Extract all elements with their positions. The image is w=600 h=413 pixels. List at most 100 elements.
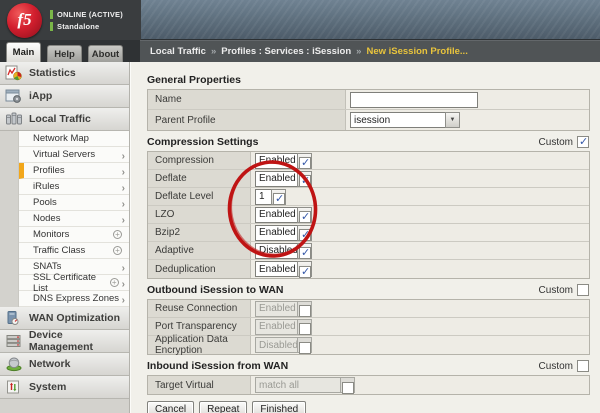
submenu-item-irules[interactable]: iRules (19, 179, 129, 195)
sidebar-item-label: System (29, 381, 66, 393)
form-row-deduplication: DeduplicationEnabled (148, 260, 589, 278)
form-row-target-virtual: Target Virtualmatch all (148, 376, 589, 394)
sidebar-item-network[interactable]: Network (0, 353, 129, 376)
field-label-cell: Bzip2 (148, 224, 251, 241)
submenu-item-dns-express-zones[interactable]: DNS Express Zones (19, 291, 129, 307)
status-standalone: Standalone (57, 22, 99, 31)
table-outbound-isession-to-wan: Reuse ConnectionEnabled Port Transparency… (147, 299, 590, 355)
logo-area: f5 ONLINE (ACTIVE) Standalone (0, 0, 141, 40)
breadcrumb-link[interactable]: Profiles : Services : iSession (221, 46, 351, 57)
breadcrumb-link[interactable]: Local Traffic (150, 46, 206, 57)
tab-help[interactable]: Help (47, 45, 82, 62)
finished-button[interactable]: Finished (252, 401, 306, 413)
sidebar-item-label: Device Management (29, 329, 129, 353)
system-icon (4, 379, 24, 396)
section-header-compression-settings: Compression Settings Custom (147, 135, 590, 149)
select-value: 1 (255, 189, 271, 205)
expand-plus-icon[interactable] (113, 246, 122, 255)
custom-checkbox[interactable] (577, 360, 589, 372)
row-custom-checkbox[interactable] (273, 193, 285, 205)
submenu-item-profiles[interactable]: Profiles (19, 163, 129, 179)
iapp-icon (4, 88, 24, 105)
tab-main[interactable]: Main (6, 42, 41, 62)
submenu-item-nodes[interactable]: Nodes (19, 211, 129, 227)
field-label-cell: Deduplication (148, 260, 251, 278)
select-value: Disabled (255, 243, 297, 259)
top-header-bar: f5 ONLINE (ACTIVE) Standalone (0, 0, 600, 40)
field-label: Bzip2 (155, 227, 180, 238)
select-dropdown-arrow-icon[interactable] (445, 112, 460, 128)
custom-checkbox[interactable] (577, 284, 589, 296)
row-custom-checkbox[interactable] (299, 157, 311, 169)
row-custom-checkbox[interactable] (299, 229, 311, 241)
row-custom-checkbox[interactable] (299, 247, 311, 259)
cancel-button[interactable]: Cancel (147, 401, 194, 413)
custom-label: Custom (539, 137, 573, 148)
submenu-item-virtual-servers[interactable]: Virtual Servers (19, 147, 129, 163)
sidebar-item-label: WAN Optimization (29, 312, 120, 324)
custom-checkbox[interactable] (577, 136, 589, 148)
repeat-button[interactable]: Repeat (199, 401, 247, 413)
bigip-admin-window: f5 ONLINE (ACTIVE) Standalone Main Help Ab… (0, 0, 600, 413)
sidebar-item-statistics[interactable]: Statistics (0, 62, 129, 85)
row-custom-checkbox[interactable] (299, 323, 311, 335)
field-label-cell: Name (148, 90, 346, 109)
submenu-item-label: SNATs (33, 261, 122, 272)
form-row-deflate-level: Deflate Level 1 (148, 188, 589, 206)
field-label-cell: Target Virtual (148, 376, 251, 394)
select-value: Enabled (255, 207, 297, 223)
submenu-item-traffic-class[interactable]: Traffic Class (19, 243, 129, 259)
field-label: Port Transparency (155, 321, 237, 332)
expand-plus-icon[interactable] (113, 230, 122, 239)
row-custom-checkbox[interactable] (299, 211, 311, 223)
sidebar-item-local-traffic[interactable]: Local Traffic (0, 108, 129, 131)
select-value: Disabled (255, 337, 297, 353)
field-value-cell: Enabled (251, 152, 589, 169)
field-label-cell: Deflate (148, 170, 251, 187)
submenu-item-ssl-certificate-list[interactable]: SSL Certificate List (19, 275, 129, 291)
sidebar-item-iapp[interactable]: iApp (0, 85, 129, 108)
field-label: Deflate Level (155, 191, 213, 202)
section-header-general-properties: General Properties (147, 73, 590, 87)
section-title: Compression Settings (147, 136, 258, 148)
submenu-item-monitors[interactable]: Monitors (19, 227, 129, 243)
status-green-bar-icon (50, 22, 53, 31)
field-value-cell: Disabled (251, 242, 589, 259)
row-custom-checkbox[interactable] (299, 342, 311, 354)
parent-profile-select[interactable]: isession (350, 112, 460, 128)
submenu-item-network-map[interactable]: Network Map (19, 131, 129, 147)
row-custom-checkbox[interactable] (299, 305, 311, 317)
section-header-outbound-isession-to-wan: Outbound iSession to WANCustom (147, 283, 590, 297)
submenu-item-label: Network Map (33, 133, 125, 144)
sidebar-item-system[interactable]: System (0, 376, 129, 399)
chevron-right-icon (122, 210, 125, 228)
row-custom-checkbox[interactable] (299, 175, 311, 187)
status-green-bar-icon (50, 10, 53, 19)
submenu-item-label: iRules (33, 181, 122, 192)
expand-plus-icon[interactable] (110, 278, 119, 287)
field-value-cell: Enabled (251, 206, 589, 223)
main-content: General Properties NameParent Profileises… (130, 62, 600, 413)
row-custom-checkbox[interactable] (299, 266, 311, 278)
table-inbound-isession-from-wan: Target Virtualmatch all (147, 375, 590, 395)
field-label: Application Data Encryption (155, 334, 250, 356)
tab-about[interactable]: About (88, 45, 123, 62)
submenu-item-pools[interactable]: Pools (19, 195, 129, 211)
form-row-parent-profile: Parent Profileisession (148, 110, 589, 130)
name-input[interactable] (350, 92, 478, 108)
custom-toggle: Custom (539, 284, 590, 296)
submenu-item-label: Nodes (33, 213, 122, 224)
row-custom-checkbox[interactable] (342, 382, 354, 394)
field-label: Deduplication (155, 264, 216, 275)
select-value: isession (350, 112, 445, 128)
field-label-cell: Adaptive (148, 242, 251, 259)
breadcrumb: Local Traffic»Profiles : Services : iSes… (140, 40, 600, 62)
sidebar-item-label: Statistics (29, 67, 76, 79)
form-row-compression: CompressionEnabled (148, 152, 589, 170)
form-row-reuse-connection: Reuse ConnectionEnabled (148, 300, 589, 318)
sidebar-item-wan-optimization[interactable]: WAN Optimization (0, 307, 129, 330)
sidebar-nav: Statistics iAppLocal Traffic Network Map Vi… (0, 62, 130, 413)
custom-toggle: Custom (539, 360, 590, 372)
sidebar-item-device-management[interactable]: Device Management (0, 330, 129, 353)
custom-label: Custom (539, 285, 573, 296)
